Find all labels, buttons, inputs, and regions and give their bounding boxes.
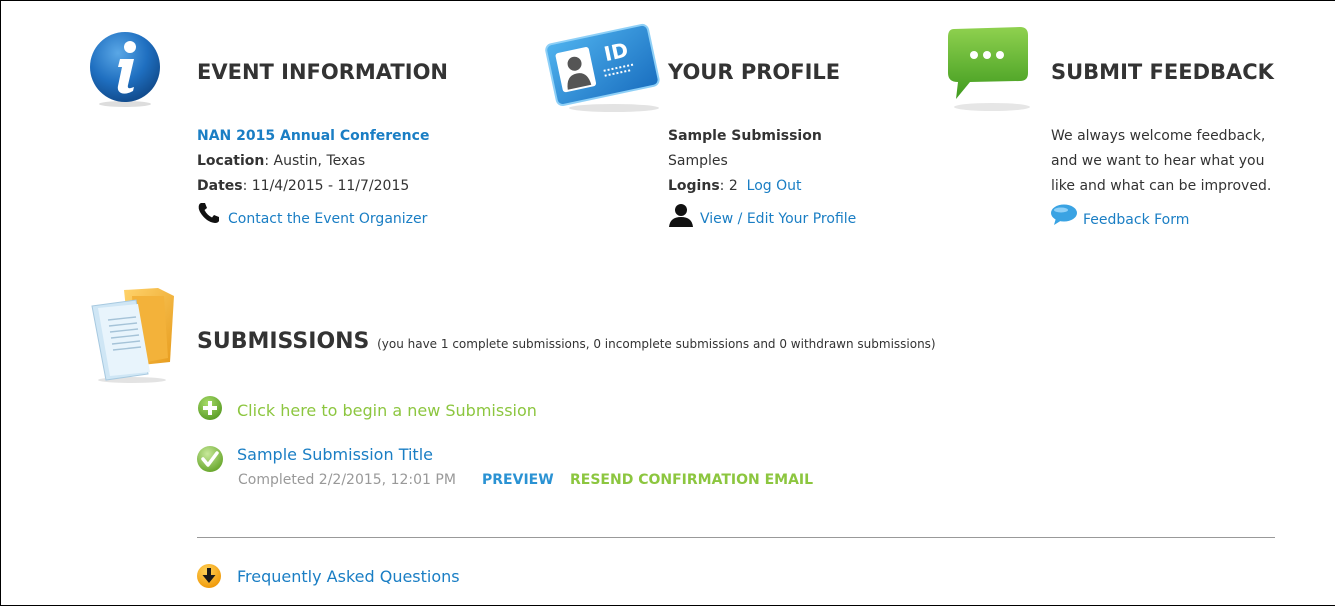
logins-value: : 2	[719, 178, 738, 194]
new-submission-link[interactable]: Click here to begin a new Submission	[237, 401, 537, 421]
page-frame	[0, 0, 1335, 606]
submissions-summary: (you have 1 complete submissions, 0 inco…	[377, 337, 936, 351]
feedback-section-title: SUBMIT FEEDBACK	[1051, 60, 1274, 84]
check-icon	[196, 445, 224, 473]
logout-link[interactable]: Log Out	[747, 178, 802, 194]
dates-value: : 11/4/2015 - 11/7/2015	[242, 178, 410, 194]
event-dates: Dates: 11/4/2015 - 11/7/2015	[197, 177, 409, 195]
id-card-icon: ID	[544, 18, 664, 113]
speech-bubble-icon	[1050, 204, 1078, 226]
profile-section-title: YOUR PROFILE	[668, 60, 841, 84]
edit-profile-link[interactable]: View / Edit Your Profile	[700, 210, 856, 228]
chat-bubble-icon	[944, 25, 1034, 113]
event-section-title: EVENT INFORMATION	[197, 60, 448, 84]
submission-title-link[interactable]: Sample Submission Title	[237, 445, 433, 465]
event-location: Location: Austin, Texas	[197, 152, 365, 170]
submission-status: Completed 2/2/2015, 12:01 PM	[238, 472, 456, 488]
logins-label: Logins	[668, 178, 720, 194]
contact-organizer-link[interactable]: Contact the Event Organizer	[228, 210, 427, 228]
location-label: Location	[197, 153, 265, 169]
faq-link[interactable]: Frequently Asked Questions	[237, 567, 460, 587]
add-icon[interactable]	[197, 395, 223, 421]
location-value: : Austin, Texas	[264, 153, 366, 169]
divider	[197, 537, 1275, 538]
profile-logins: Logins: 2 Log Out	[668, 177, 802, 195]
profile-name: Sample Submission	[668, 128, 822, 144]
feedback-text-line-3: like and what can be improved.	[1051, 178, 1272, 194]
feedback-text-line-2: and we want to hear what you	[1051, 153, 1265, 169]
user-icon	[668, 203, 694, 227]
info-icon	[90, 27, 160, 107]
dates-label: Dates	[197, 178, 243, 194]
profile-org: Samples	[668, 153, 728, 169]
phone-icon	[197, 202, 221, 224]
documents-folder-icon	[88, 286, 180, 384]
submissions-title-row: SUBMISSIONS (you have 1 complete submiss…	[197, 329, 936, 354]
arrow-down-circle-icon[interactable]	[196, 563, 222, 589]
preview-link[interactable]: PREVIEW	[482, 471, 554, 489]
resend-confirmation-link[interactable]: RESEND CONFIRMATION EMAIL	[570, 471, 813, 489]
feedback-text-line-1: We always welcome feedback,	[1051, 128, 1266, 144]
svg-text:ID: ID	[602, 38, 631, 66]
feedback-form-link[interactable]: Feedback Form	[1083, 211, 1189, 229]
event-name-link[interactable]: NAN 2015 Annual Conference	[197, 127, 429, 145]
submissions-section-title: SUBMISSIONS	[197, 329, 370, 354]
